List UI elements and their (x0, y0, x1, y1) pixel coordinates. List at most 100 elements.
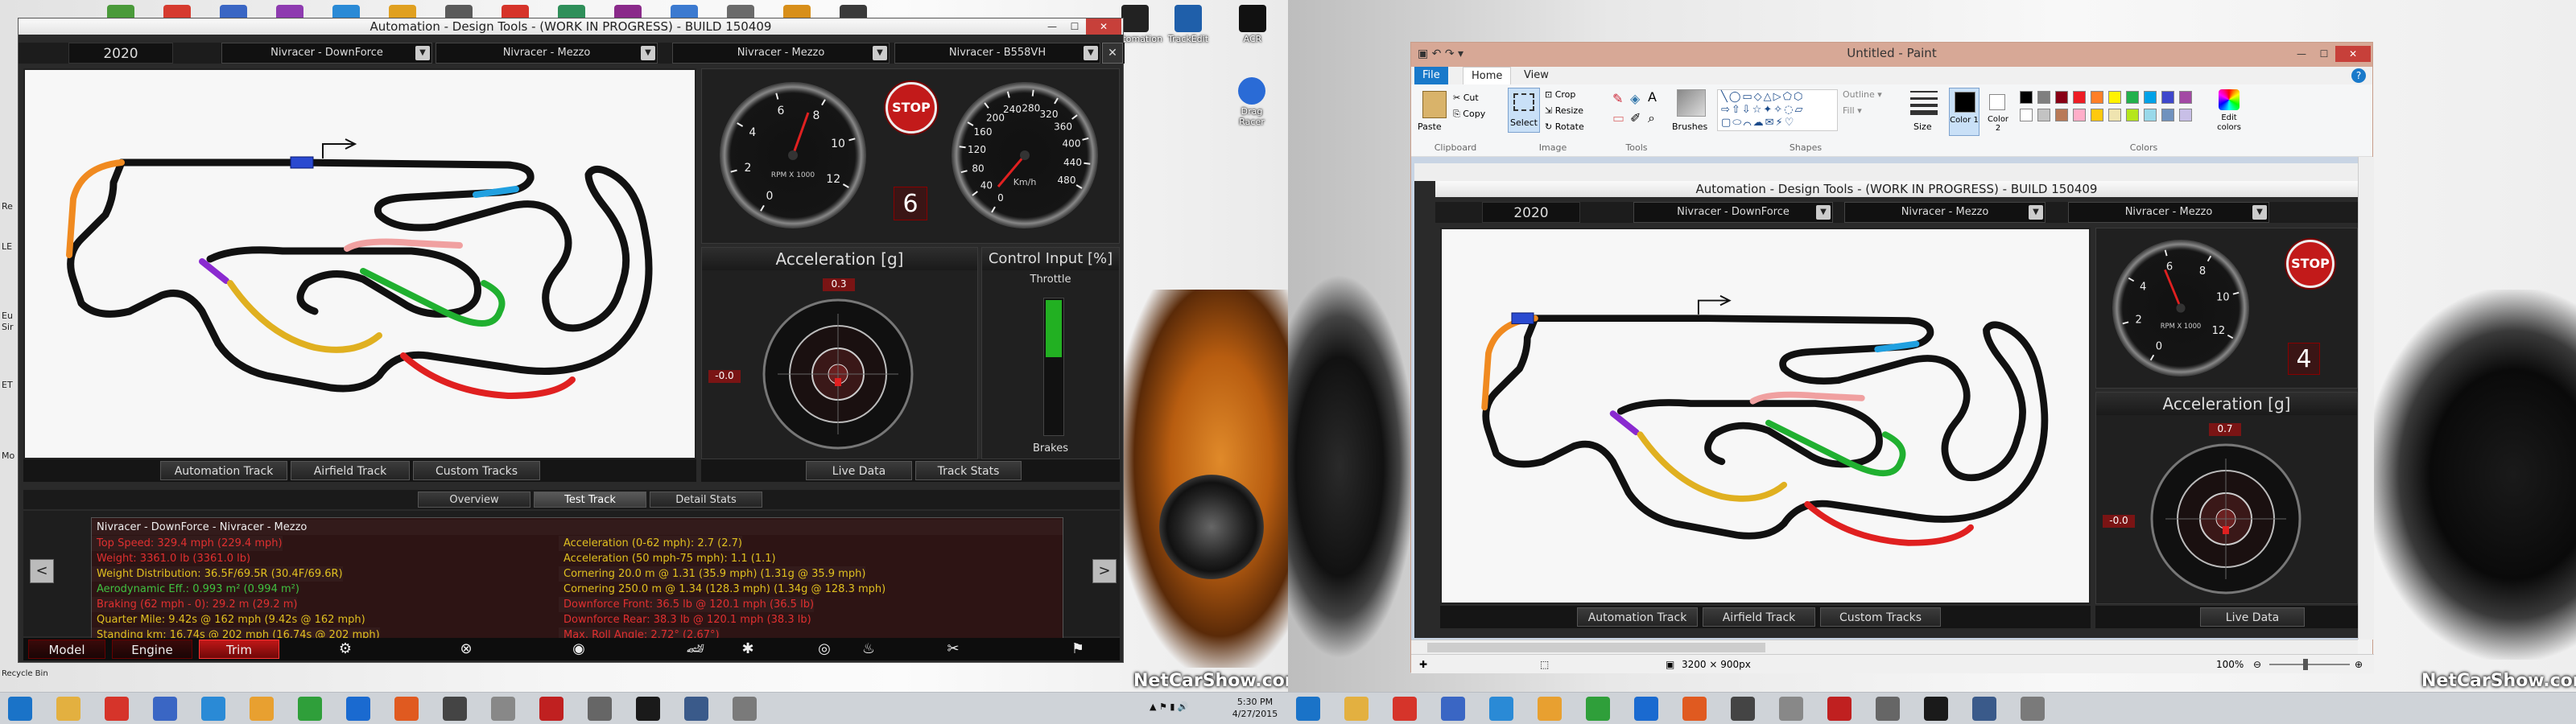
taskbar-app-icon[interactable] (56, 697, 80, 721)
color-swatch[interactable] (2179, 109, 2192, 121)
fill-button[interactable]: Fill ▾ (1843, 105, 1862, 116)
color-swatch[interactable] (2055, 91, 2068, 104)
tab-overview[interactable]: Overview (418, 492, 530, 508)
chevron-down-icon[interactable]: ▼ (1084, 46, 1098, 60)
aero-icon[interactable]: 🏎 (659, 640, 732, 659)
shapes-gallery[interactable]: ╲◯▭◇△▷⬠⬡ ⇨⇧⇩☆✦✧◌▱ ▢⬭⌒☁✉⚡♡ (1717, 89, 1838, 131)
size-label[interactable]: Size (1913, 121, 1932, 132)
tools-icon[interactable]: ✂ (933, 640, 973, 659)
model-dropdown[interactable]: Nivracer - Mezzo ▼ (436, 43, 658, 64)
color-swatch[interactable] (2037, 91, 2050, 104)
wheels-icon[interactable]: ⊗ (442, 640, 490, 659)
close-button[interactable]: ✕ (2335, 46, 2371, 62)
trim-dropdown[interactable]: Nivracer - Mezzo ▼ (672, 43, 890, 64)
body-dropdown[interactable]: Nivracer - DownForce ▼ (221, 43, 432, 64)
taskbar-app-icon[interactable] (1634, 697, 1658, 721)
color-swatch[interactable] (2161, 91, 2174, 104)
taskbar-app-icon[interactable] (491, 697, 515, 721)
desktop-icon-drag-racer[interactable]: Drag Racer (1228, 77, 1276, 127)
color-swatch[interactable] (2126, 109, 2139, 121)
zoom-slider-thumb[interactable] (2303, 659, 2308, 670)
taskbar-app-icon[interactable] (539, 697, 564, 721)
taskbar-app-icon[interactable] (201, 697, 225, 721)
chevron-down-icon[interactable]: ▼ (415, 46, 430, 60)
clock[interactable]: 5:30 PM 4/27/2015 (1227, 696, 1283, 720)
chevron-down-icon[interactable]: ▼ (641, 46, 655, 60)
tab-trim[interactable]: Trim (199, 640, 279, 659)
stop-button[interactable]: STOP (886, 82, 937, 134)
taskbar-app-icon[interactable] (636, 697, 660, 721)
scroll-thumb[interactable] (1427, 643, 1765, 652)
close-button[interactable]: ✕ (1086, 19, 1121, 35)
year-selector[interactable]: 2020 (68, 43, 173, 64)
eraser-icon[interactable]: ▭ (1612, 110, 1624, 125)
custom-tracks-button[interactable]: Custom Tracks (413, 461, 540, 480)
zoom-out-button[interactable]: ⊖ (2253, 655, 2261, 674)
airfield-track-button[interactable]: Airfield Track (291, 461, 410, 480)
taskbar-app-icon[interactable] (1538, 697, 1562, 721)
color-swatch[interactable] (2037, 109, 2050, 121)
taskbar-app-icon[interactable] (1682, 697, 1707, 721)
taskbar-app-icon[interactable] (443, 697, 467, 721)
color-swatch[interactable] (2073, 91, 2086, 104)
brakes-icon[interactable]: ◉ (555, 640, 603, 659)
tab-file[interactable]: File (1414, 67, 1448, 84)
tray-icons[interactable]: ▲ ⚑ ▮ 🔊 (1150, 701, 1189, 713)
desktop-icon[interactable]: TrackEdit (1164, 5, 1212, 44)
tab-engine[interactable]: Engine (112, 640, 192, 659)
color-swatch[interactable] (2108, 109, 2121, 121)
start-button[interactable] (8, 697, 32, 721)
start-button[interactable] (1296, 697, 1320, 721)
desktop-icon[interactable]: ACR (1228, 5, 1277, 44)
color-swatch[interactable] (2126, 91, 2139, 104)
taskbar-app-icon[interactable] (1779, 697, 1803, 721)
horizontal-scrollbar[interactable] (1411, 640, 2358, 654)
seat-icon[interactable]: ♨ (852, 640, 885, 659)
taskbar-app-icon[interactable] (2021, 697, 2045, 721)
rotate-button[interactable]: ↻ Rotate (1545, 121, 1584, 132)
taskbar-app-icon[interactable] (1924, 697, 1948, 721)
suspension-icon[interactable]: ⚙ (321, 640, 369, 659)
color1-button[interactable]: Color 1 (1949, 88, 1979, 136)
next-arrow-button[interactable]: > (1092, 559, 1117, 583)
tab-model[interactable]: Model (28, 640, 105, 659)
color-swatch[interactable] (2108, 91, 2121, 104)
tab-home[interactable]: Home (1463, 67, 1512, 84)
size-icon[interactable] (1910, 91, 1938, 115)
prev-arrow-button[interactable]: < (30, 559, 54, 583)
taskbar-app-icon[interactable] (298, 697, 322, 721)
taskbar-app-icon[interactable] (1586, 697, 1610, 721)
taskbar-app-icon[interactable] (1344, 697, 1368, 721)
select-button[interactable]: Select (1508, 88, 1540, 133)
tab-view[interactable]: View (1516, 67, 1557, 84)
taskbar-app-icon[interactable] (105, 697, 129, 721)
taskbar-app-icon[interactable] (153, 697, 177, 721)
color-swatch[interactable] (2020, 109, 2033, 121)
text-icon[interactable]: A (1648, 89, 1657, 105)
paste-label[interactable]: Paste (1418, 121, 1442, 132)
outline-button[interactable]: Outline ▾ (1843, 89, 1882, 100)
fan-icon[interactable]: ✱ (732, 640, 764, 659)
maximize-button[interactable]: ☐ (1063, 19, 1086, 35)
taskbar-app-icon[interactable] (1731, 697, 1755, 721)
vertical-scrollbar[interactable] (2358, 157, 2374, 640)
brushes-icon[interactable] (1677, 89, 1706, 117)
taskbar-app-icon[interactable] (1441, 697, 1465, 721)
taskbar-app-icon[interactable] (588, 697, 612, 721)
close-x-icon[interactable]: ✕ (1102, 43, 1123, 64)
color-swatch[interactable] (2179, 91, 2192, 104)
minimize-button[interactable]: — (1041, 19, 1063, 35)
maximize-button[interactable]: ☐ (2313, 46, 2335, 62)
color-swatch[interactable] (2161, 109, 2174, 121)
paste-icon[interactable] (1422, 91, 1447, 118)
chevron-down-icon[interactable]: ▼ (873, 46, 887, 60)
taskbar-app-icon[interactable] (733, 697, 757, 721)
color-swatch[interactable] (2091, 109, 2103, 121)
engine-dropdown[interactable]: Nivracer - B558VH ▼ (894, 43, 1100, 64)
tab-detail-stats[interactable]: Detail Stats (650, 492, 762, 508)
taskbar-app-icon[interactable] (394, 697, 419, 721)
taskbar-app-icon[interactable] (1489, 697, 1513, 721)
color-swatch[interactable] (2055, 109, 2068, 121)
crop-button[interactable]: ⊡ Crop (1545, 89, 1575, 100)
taskbar-app-icon[interactable] (250, 697, 274, 721)
